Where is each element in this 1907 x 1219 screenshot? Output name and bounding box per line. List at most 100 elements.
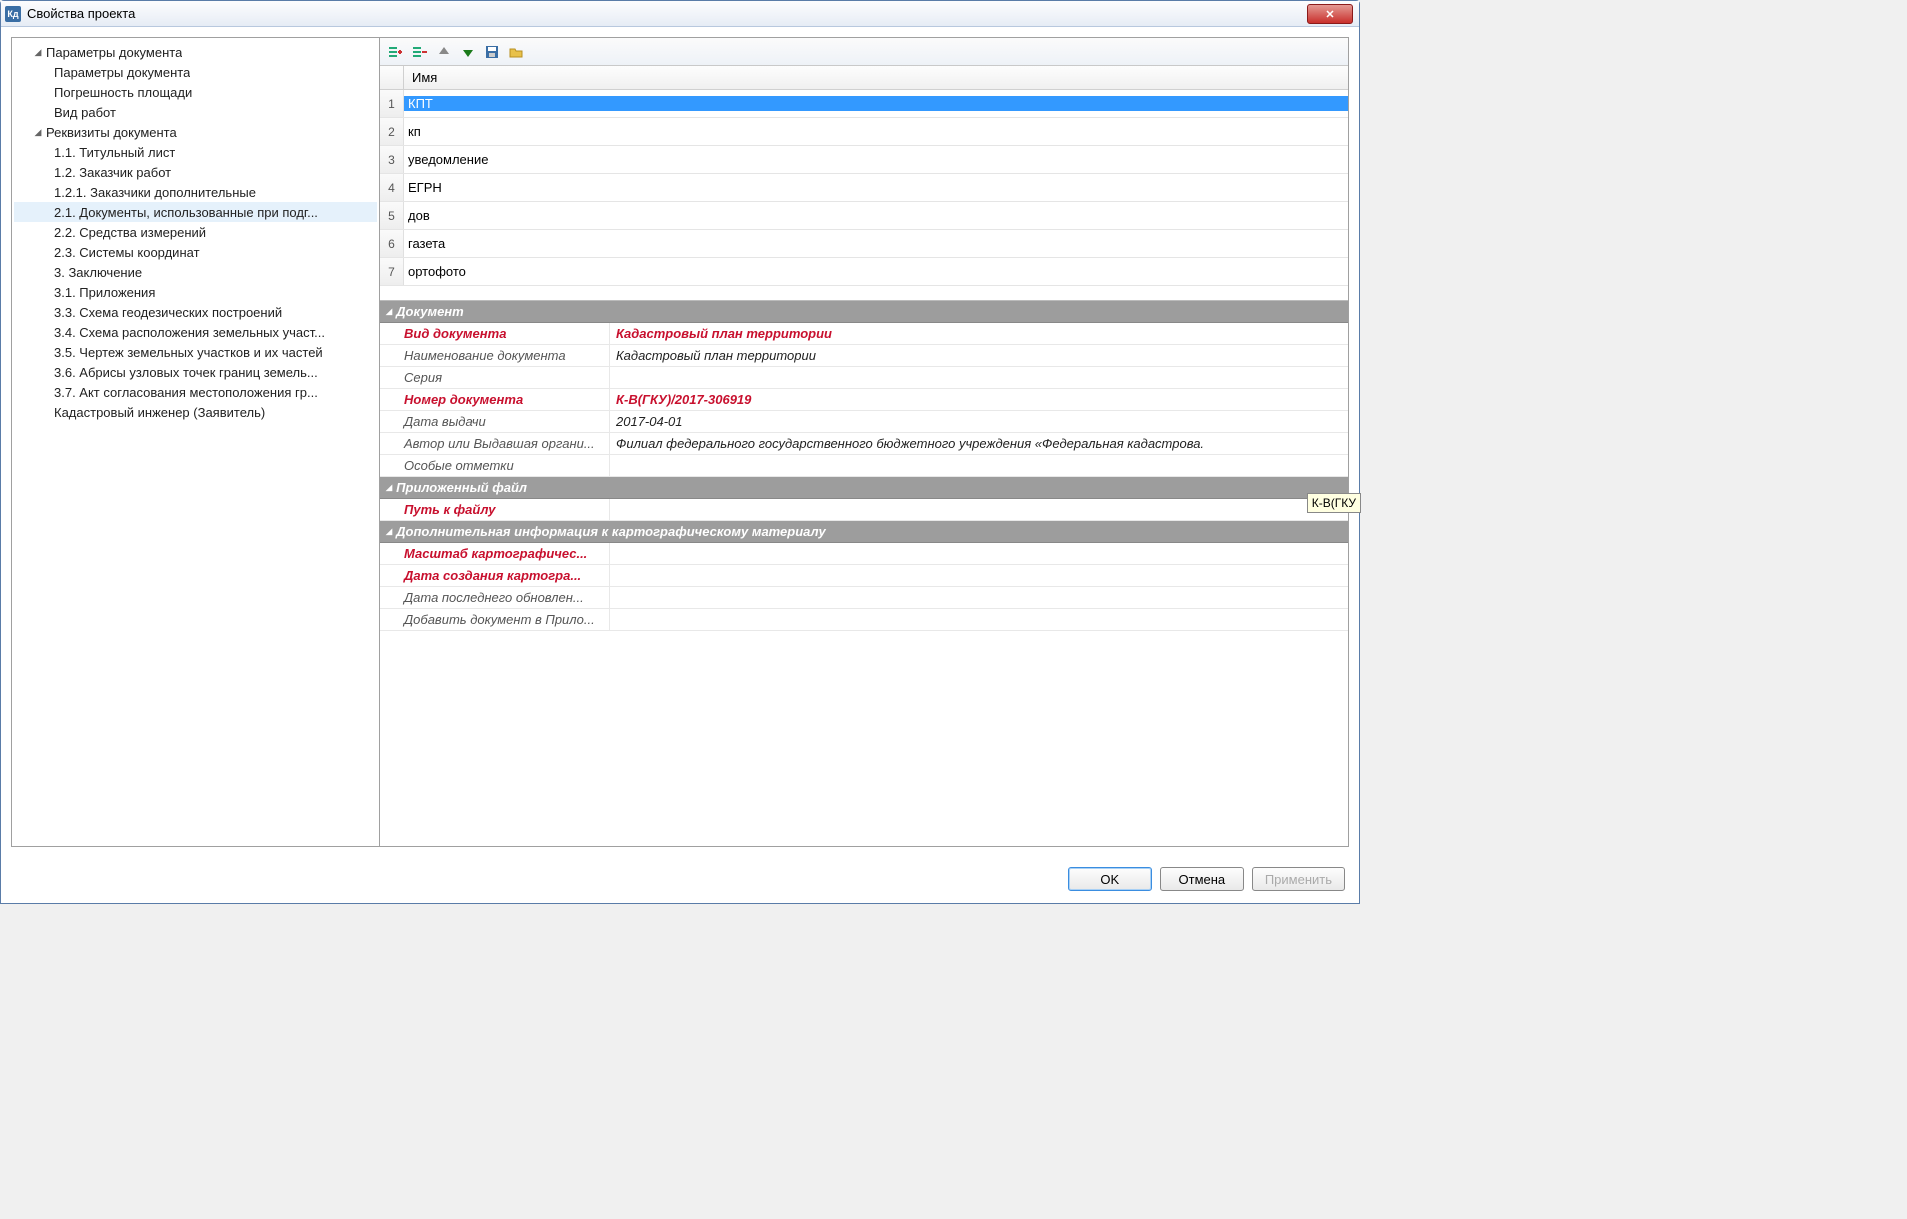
window-title: Свойства проекта — [27, 6, 1355, 21]
prop-row-update-date[interactable]: Дата последнего обновлен... — [380, 587, 1348, 609]
tooltip: К-В(ГКУ — [1307, 493, 1361, 513]
prop-row-series[interactable]: Серия — [380, 367, 1348, 389]
list-row[interactable]: 5дов — [380, 202, 1348, 230]
dialog-window: Кд Свойства проекта ◢ Параметры документ… — [0, 0, 1360, 904]
prop-value[interactable]: Кадастровый план территории — [610, 323, 1348, 344]
tree-item[interactable]: 3.5. Чертеж земельных участков и их част… — [14, 342, 377, 362]
close-button[interactable] — [1307, 4, 1353, 24]
expand-icon[interactable]: ◢ — [32, 46, 44, 58]
tree-item[interactable]: Параметры документа — [14, 62, 377, 82]
prop-value[interactable] — [610, 587, 1348, 608]
prop-row-doc-name[interactable]: Наименование документа Кадастровый план … — [380, 345, 1348, 367]
prop-label: Вид документа — [380, 323, 610, 344]
tree-item[interactable]: 1.1. Титульный лист — [14, 142, 377, 162]
property-grid: ◢Документ Вид документа Кадастровый план… — [380, 300, 1348, 631]
tree-item[interactable]: 2.2. Средства измерений — [14, 222, 377, 242]
prop-label: Дата последнего обновлен... — [380, 587, 610, 608]
tree-group-parameters[interactable]: ◢ Параметры документа — [14, 42, 377, 62]
group-header-document[interactable]: ◢Документ — [380, 301, 1348, 323]
prop-row-author[interactable]: Автор или Выдавшая органи... Филиал феде… — [380, 433, 1348, 455]
prop-label: Наименование документа — [380, 345, 610, 366]
list-row[interactable]: 3уведомление — [380, 146, 1348, 174]
group-header-file[interactable]: ◢Приложенный файл — [380, 477, 1348, 499]
list-cell[interactable]: ортофото — [404, 264, 1348, 279]
prop-row-scale[interactable]: Масштаб картографичес... — [380, 543, 1348, 565]
toolbar — [380, 38, 1348, 66]
prop-row-doc-num[interactable]: Номер документа К-В(ГКУ)/2017-306919 — [380, 389, 1348, 411]
prop-value[interactable] — [610, 543, 1348, 564]
tree-item[interactable]: 1.2. Заказчик работ — [14, 162, 377, 182]
list-cell[interactable]: газета — [404, 236, 1348, 251]
tree-item[interactable]: 3.7. Акт согласования местоположения гр.… — [14, 382, 377, 402]
ok-button[interactable]: OK — [1068, 867, 1152, 891]
list-cell[interactable]: дов — [404, 208, 1348, 223]
list-body: 1КПТ 2кп 3уведомление 4ЕГРН 5дов 6газета… — [380, 90, 1348, 286]
tree-item[interactable]: Вид работ — [14, 102, 377, 122]
tree-item[interactable]: 2.3. Системы координат — [14, 242, 377, 262]
prop-row-issue-date[interactable]: Дата выдачи 2017-04-01 — [380, 411, 1348, 433]
prop-label: Масштаб картографичес... — [380, 543, 610, 564]
list-row[interactable]: 2кп — [380, 118, 1348, 146]
tree-item[interactable]: 3. Заключение — [14, 262, 377, 282]
details-panel: Имя 1КПТ 2кп 3уведомление 4ЕГРН 5дов 6га… — [380, 38, 1348, 846]
content-area: ◢ Параметры документа Параметры документ… — [11, 37, 1349, 847]
prop-value[interactable]: К-В(ГКУ)/2017-306919 — [610, 389, 1348, 410]
tree-item[interactable]: 3.6. Абрисы узловых точек границ земель.… — [14, 362, 377, 382]
open-icon[interactable] — [506, 42, 526, 62]
prop-value[interactable]: 2017-04-01 — [610, 411, 1348, 432]
list-header: Имя — [380, 66, 1348, 90]
move-up-icon[interactable] — [434, 42, 454, 62]
expand-icon[interactable]: ◢ — [32, 126, 44, 138]
tree-item[interactable]: 3.1. Приложения — [14, 282, 377, 302]
prop-row-add-attach[interactable]: Добавить документ в Прило... — [380, 609, 1348, 631]
prop-row-create-date[interactable]: Дата создания картогра... — [380, 565, 1348, 587]
dialog-footer: OK Отмена Применить — [1, 857, 1359, 903]
list-row[interactable]: 7ортофото — [380, 258, 1348, 286]
prop-row-doc-type[interactable]: Вид документа Кадастровый план территори… — [380, 323, 1348, 345]
tree-panel: ◢ Параметры документа Параметры документ… — [12, 38, 380, 846]
prop-label: Добавить документ в Прило... — [380, 609, 610, 630]
save-icon[interactable] — [482, 42, 502, 62]
list-row[interactable]: 4ЕГРН — [380, 174, 1348, 202]
remove-row-icon[interactable] — [410, 42, 430, 62]
prop-label: Номер документа — [380, 389, 610, 410]
prop-row-file-path[interactable]: Путь к файлу — [380, 499, 1348, 521]
list-cell[interactable]: кп — [404, 124, 1348, 139]
prop-label: Дата создания картогра... — [380, 565, 610, 586]
app-icon: Кд — [5, 6, 21, 22]
prop-label: Путь к файлу — [380, 499, 610, 520]
list-cell-selected[interactable]: КПТ — [404, 96, 1348, 111]
group-header-carto[interactable]: ◢Дополнительная информация к картографич… — [380, 521, 1348, 543]
list-cell[interactable]: уведомление — [404, 152, 1348, 167]
list-cell[interactable]: ЕГРН — [404, 180, 1348, 195]
prop-value[interactable] — [610, 565, 1348, 586]
move-down-icon[interactable] — [458, 42, 478, 62]
tree-label: Реквизиты документа — [46, 125, 177, 140]
tree-item[interactable]: 1.2.1. Заказчики дополнительные — [14, 182, 377, 202]
prop-value[interactable]: Кадастровый план территории — [610, 345, 1348, 366]
prop-value[interactable] — [610, 499, 1348, 520]
tree-item[interactable]: 3.3. Схема геодезических построений — [14, 302, 377, 322]
apply-button[interactable]: Применить — [1252, 867, 1345, 891]
titlebar[interactable]: Кд Свойства проекта — [1, 1, 1359, 27]
tree-item[interactable]: 3.4. Схема расположения земельных участ.… — [14, 322, 377, 342]
prop-value[interactable] — [610, 455, 1348, 476]
prop-label: Автор или Выдавшая органи... — [380, 433, 610, 454]
prop-label: Особые отметки — [380, 455, 610, 476]
list-row[interactable]: 1КПТ — [380, 90, 1348, 118]
tree-item-selected[interactable]: 2.1. Документы, использованные при подг.… — [14, 202, 377, 222]
prop-value[interactable]: Филиал федерального государственного бюд… — [610, 433, 1348, 454]
add-row-icon[interactable] — [386, 42, 406, 62]
column-header-name[interactable]: Имя — [404, 70, 1348, 85]
tree-item[interactable]: Погрешность площади — [14, 82, 377, 102]
prop-label: Серия — [380, 367, 610, 388]
prop-row-special[interactable]: Особые отметки — [380, 455, 1348, 477]
prop-label: Дата выдачи — [380, 411, 610, 432]
tree-group-requisites[interactable]: ◢ Реквизиты документа — [14, 122, 377, 142]
list-row[interactable]: 6газета — [380, 230, 1348, 258]
tree-label: Параметры документа — [46, 45, 182, 60]
cancel-button[interactable]: Отмена — [1160, 867, 1244, 891]
prop-value[interactable] — [610, 609, 1348, 630]
prop-value[interactable] — [610, 367, 1348, 388]
tree-item[interactable]: Кадастровый инженер (Заявитель) — [14, 402, 377, 422]
